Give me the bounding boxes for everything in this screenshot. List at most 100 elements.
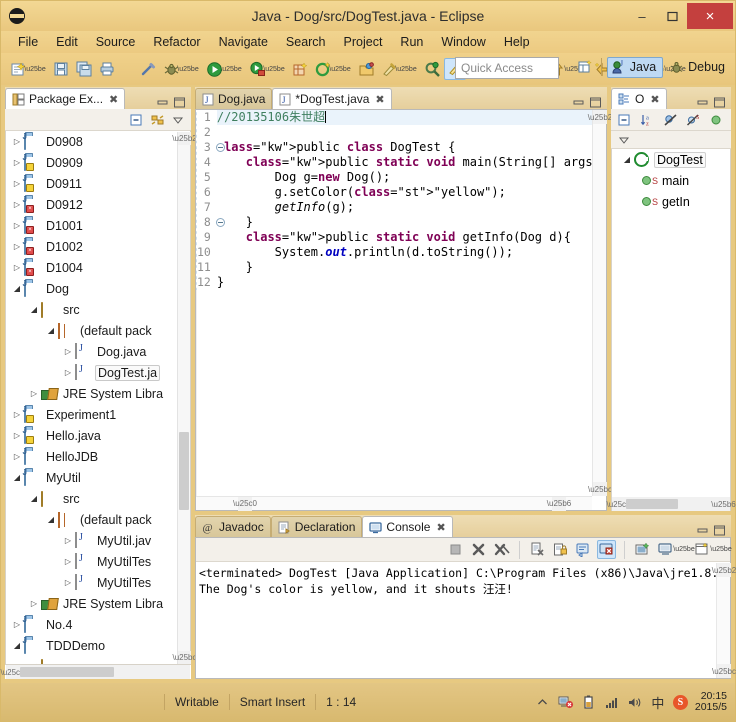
hscroll-thumb[interactable] (20, 667, 114, 677)
quick-access-input[interactable]: Quick Access (455, 57, 559, 79)
save-icon[interactable] (50, 58, 72, 80)
tree-expander-icon[interactable]: ▷ (61, 536, 75, 545)
maximize-package-explorer-icon[interactable] (172, 96, 187, 109)
view-menu-icon[interactable] (615, 131, 633, 149)
show-hidden-icons-icon[interactable] (535, 694, 551, 710)
tree-item[interactable]: ▷ JRE System Libra (6, 383, 190, 404)
source-code-text[interactable]: //20135106朱世超 class="kw">public class Do… (215, 110, 592, 496)
external-tools-icon[interactable] (378, 58, 400, 80)
volume-icon[interactable] (627, 694, 643, 710)
tab-declaration[interactable]: Declaration (270, 516, 363, 537)
tab-javadoc[interactable]: @ Javadoc (195, 516, 271, 537)
minimize-button[interactable]: – (627, 3, 657, 29)
menu-run[interactable]: Run (391, 33, 432, 51)
minimize-editor-icon[interactable] (571, 96, 586, 109)
outline-item[interactable]: Smain (612, 170, 730, 191)
new-wizard-icon[interactable] (7, 58, 29, 80)
editor-hscrollbar[interactable]: \u25c0 \u25b6 (196, 496, 592, 511)
editor-scroll-left-icon[interactable]: \u25c0 (233, 496, 257, 511)
vscroll-thumb[interactable] (179, 432, 189, 510)
tree-expander-icon[interactable]: ▷ (61, 368, 75, 377)
clear-console-icon[interactable] (528, 540, 547, 559)
menu-edit[interactable]: Edit (47, 33, 87, 51)
tree-expander-icon[interactable]: ▷ (61, 347, 75, 356)
minimize-package-explorer-icon[interactable] (155, 96, 170, 109)
battery-icon[interactable] (581, 694, 597, 710)
outline-tree[interactable]: ◢ DogTest Smain SgetIn (611, 149, 731, 511)
tree-item[interactable]: ▷ JRE System Libra (6, 593, 190, 614)
open-type-icon[interactable] (355, 58, 377, 80)
debug-dropdown-icon[interactable]: \u25be (177, 58, 198, 80)
outline-scroll-left-icon[interactable]: \u25c0 (606, 497, 631, 511)
editor-vscrollbar[interactable]: \u25b2 \u25bc (588, 110, 612, 496)
new-package-icon[interactable] (312, 58, 334, 80)
scroll-down-arrow-icon[interactable]: \u25bc (172, 651, 197, 664)
code-area[interactable]: 1 2 3 4 5 6 7 8 9 10 11 12 //20135106朱世超 class="kw"… (196, 110, 592, 496)
tree-item[interactable]: ◢ J TDDDemo (6, 635, 190, 656)
new-java-project-icon[interactable] (289, 58, 311, 80)
console-menu-dropdown-icon[interactable]: \u25be (710, 539, 731, 561)
console-menu-icon[interactable] (693, 540, 712, 559)
tab-dog-java[interactable]: J Dog.java (195, 88, 273, 109)
tree-expander-icon[interactable]: ▷ (27, 599, 41, 608)
tree-item[interactable]: ◢ src (6, 488, 190, 509)
menu-search[interactable]: Search (277, 33, 335, 51)
tab-outline[interactable]: O ✖ (611, 88, 667, 109)
network-problem-icon[interactable] (558, 694, 574, 710)
tree-expander-icon[interactable]: ◢ (27, 494, 41, 503)
scroll-lock-icon[interactable] (551, 540, 570, 559)
toggle-mark-occurrences-icon[interactable] (137, 58, 159, 80)
new-wizard-dropdown-icon[interactable]: \u25be (24, 58, 45, 80)
tree-expander-icon[interactable]: ◢ (27, 305, 41, 314)
display-selected-console-icon[interactable] (633, 540, 652, 559)
tree-item[interactable]: ◢ src (6, 299, 190, 320)
remove-launch-icon[interactable] (469, 540, 488, 559)
sort-icon[interactable]: az (638, 111, 656, 129)
tree-item[interactable]: ▷ J × D0912 (6, 194, 190, 215)
signal-icon[interactable] (604, 694, 620, 710)
open-console-dropdown-icon[interactable]: \u25be (673, 539, 694, 561)
perspective-debug[interactable]: Debug (666, 58, 731, 77)
tree-expander-icon[interactable]: ◢ (44, 326, 58, 335)
fold-collapse-icon[interactable] (215, 218, 225, 227)
tree-item[interactable]: ◢ J MyUtil (6, 467, 190, 488)
hide-static-icon[interactable]: S (684, 111, 702, 129)
tree-item[interactable]: ▷ MyUtil.jav (6, 530, 190, 551)
save-all-icon[interactable] (73, 58, 95, 80)
console-vscrollbar[interactable]: \u25b2 \u25bc (712, 563, 736, 678)
search-icon[interactable] (421, 58, 443, 80)
outline-hscrollbar[interactable]: \u25c0 \u25b6 (606, 497, 736, 511)
tree-item[interactable]: ▷ J D0908 (6, 131, 190, 152)
tree-item[interactable]: ▷ J No.4 (6, 614, 190, 635)
tree-item[interactable]: ▷ Dog.java (6, 341, 190, 362)
tree-item[interactable]: ▷ J D0911 (6, 173, 190, 194)
close-button[interactable]: × (687, 3, 733, 29)
word-wrap-icon[interactable] (574, 540, 593, 559)
maximize-console-icon[interactable] (712, 524, 727, 537)
debug-icon[interactable] (160, 58, 182, 80)
menu-window[interactable]: Window (432, 33, 494, 51)
collapse-all-icon[interactable] (127, 111, 145, 129)
new-package-dropdown-icon[interactable]: \u25be (329, 58, 350, 80)
maximize-editor-icon[interactable] (588, 96, 603, 109)
tab-console[interactable]: Console ✖ (362, 516, 453, 537)
tree-expander-icon[interactable]: ▷ (61, 578, 75, 587)
run-coverage-dropdown-icon[interactable]: \u25be (263, 58, 284, 80)
scroll-left-arrow-icon[interactable]: \u25c0 (0, 665, 25, 679)
terminate-icon[interactable] (446, 540, 465, 559)
tab-package-explorer[interactable]: Package Ex... ✖ (5, 88, 126, 109)
package-explorer-vscrollbar[interactable]: \u25b2 \u25bc (172, 132, 197, 664)
editor-scroll-down-icon[interactable]: \u25bc (588, 482, 612, 496)
scroll-up-arrow-icon[interactable]: \u25b2 (172, 132, 197, 145)
tree-item[interactable]: ▷ J Hello.java (6, 425, 190, 446)
package-explorer-hscrollbar[interactable]: \u25c0 (0, 665, 190, 679)
tree-expander-icon[interactable]: ▷ (61, 557, 75, 566)
tree-item[interactable]: ▷ J × D1002 (6, 236, 190, 257)
maximize-button[interactable] (657, 3, 687, 29)
collapse-all-icon[interactable] (615, 111, 633, 129)
menu-file[interactable]: File (9, 33, 47, 51)
tree-item[interactable]: ▷ DogTest.ja (6, 362, 190, 383)
tree-item[interactable]: ▷ J D0909 (6, 152, 190, 173)
minimize-console-icon[interactable] (695, 524, 710, 537)
outline-item[interactable]: SgetIn (612, 191, 730, 212)
